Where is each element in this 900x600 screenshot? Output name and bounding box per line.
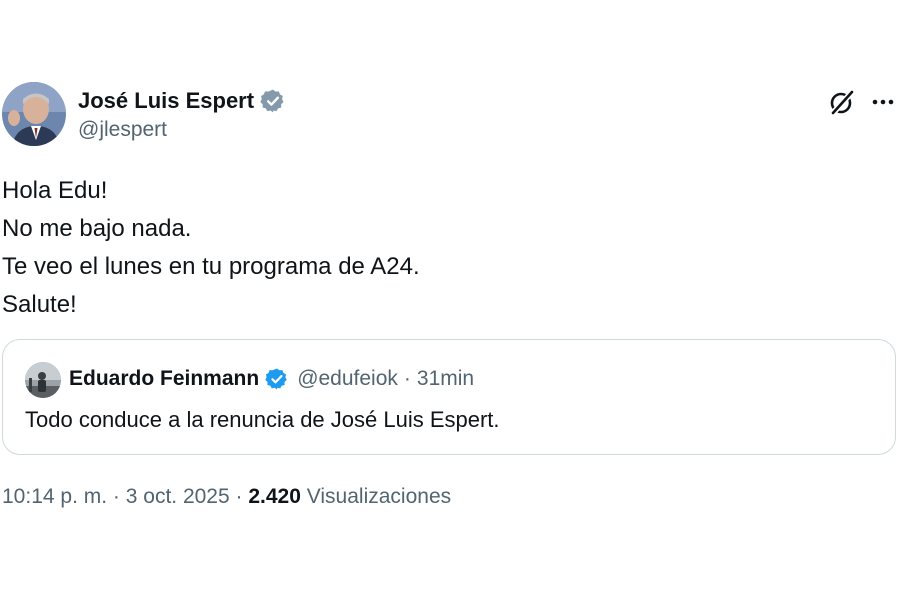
quoted-author-avatar[interactable]: [25, 362, 61, 398]
tweet-meta: 10:14 p. m. · 3 oct. 2025 · 2.420 Visual…: [2, 485, 451, 509]
gray-verified-badge-icon[interactable]: [260, 88, 286, 114]
grok-icon[interactable]: [828, 88, 856, 116]
quoted-tweet-text: Todo conduce a la renuncia de José Luis …: [25, 407, 500, 432]
tweet-date[interactable]: 3 oct. 2025: [126, 485, 230, 508]
meta-separator: ·: [235, 485, 243, 508]
author-avatar[interactable]: [2, 82, 66, 146]
tweet-body-line: Hola Edu!: [2, 177, 108, 204]
tweet-body-line: No me bajo nada.: [2, 215, 192, 242]
more-icon[interactable]: [868, 88, 898, 116]
author-name-row: José Luis Espert: [78, 86, 286, 116]
tweet: José Luis Espert @jlespert Hola Edu! No …: [0, 0, 900, 600]
tweet-time[interactable]: 10:14 p. m.: [2, 485, 107, 508]
meta-separator: ·: [112, 485, 120, 508]
author-display-name[interactable]: José Luis Espert: [78, 88, 254, 114]
quoted-author-name[interactable]: Eduardo Feinmann: [69, 367, 259, 391]
quoted-meta-separator: ·: [403, 367, 411, 390]
tweet-body: Hola Edu! No me bajo nada. Te veo el lun…: [2, 172, 862, 324]
views-count: 2.420: [248, 485, 301, 508]
blue-verified-badge-icon[interactable]: [265, 367, 289, 391]
quoted-tweet-header: Eduardo Feinmann @edufeiok · 31min: [69, 364, 474, 394]
author-handle[interactable]: @jlespert: [78, 118, 167, 142]
quoted-author-handle[interactable]: @edufeiok: [297, 367, 398, 391]
views-label: Visualizaciones: [306, 485, 452, 508]
tweet-body-line: Te veo el lunes en tu programa de A24.: [2, 253, 420, 280]
tweet-body-line: Salute!: [2, 291, 77, 318]
quoted-tweet-time[interactable]: 31min: [417, 367, 474, 391]
quoted-tweet-card[interactable]: Eduardo Feinmann @edufeiok · 31min Todo …: [2, 339, 896, 455]
